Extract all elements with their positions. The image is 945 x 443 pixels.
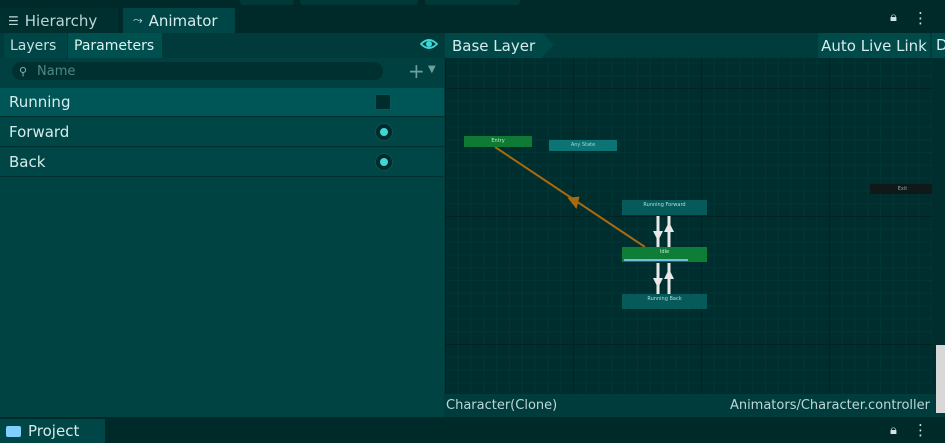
add-parameter-button[interactable]: + <box>408 61 425 81</box>
transition-arrowhead <box>653 278 663 288</box>
state-label: Any State <box>570 142 596 148</box>
tab-project[interactable]: Project <box>0 419 105 443</box>
state-machine-graph[interactable] <box>445 58 932 394</box>
breadcrumb-arrow <box>542 33 554 57</box>
state-label: Running Forward <box>643 202 686 208</box>
tab-label: Animator <box>148 11 218 30</box>
default-transition-arrow[interactable] <box>494 146 646 248</box>
toolbar-button-label: D <box>936 36 945 54</box>
breadcrumb-label: Base Layer <box>452 36 536 55</box>
list-icon: ☰ <box>8 13 19 28</box>
lock-icon[interactable]: 🔒︎ <box>890 423 897 438</box>
breadcrumb-base-layer[interactable]: Base Layer <box>445 33 542 58</box>
trigger-dot <box>380 128 388 136</box>
folder-icon <box>6 425 21 437</box>
parameter-name: Running <box>9 93 71 111</box>
graph-status-bar: Character(Clone) Animators/Character.con… <box>445 394 932 417</box>
tab-hierarchy[interactable]: ☰ Hierarchy <box>0 8 118 33</box>
search-field[interactable]: ⚲ <box>12 62 383 80</box>
parameter-row[interactable]: Back <box>0 148 444 177</box>
eye-icon[interactable] <box>420 37 438 51</box>
parameter-row[interactable]: Forward <box>0 118 444 147</box>
vertical-scrollbar-thumb[interactable] <box>936 345 945 413</box>
vertical-scrollbar-track[interactable] <box>932 58 945 394</box>
animator-icon: ⤳ <box>133 13 143 27</box>
parameters-list-empty-area <box>0 178 444 417</box>
bool-checkbox[interactable] <box>375 94 391 110</box>
tab-bar-strip <box>240 0 294 5</box>
lock-icon[interactable]: 🔒︎ <box>890 10 897 25</box>
auto-live-link-button[interactable]: Auto Live Link <box>818 33 930 58</box>
status-controller-path: Animators/Character.controller <box>729 398 930 413</box>
tab-label: Hierarchy <box>24 11 98 30</box>
tab-label: Project <box>28 422 80 440</box>
state-progress-bar <box>624 259 688 261</box>
state-node-any-state[interactable]: Any State <box>549 140 617 151</box>
transition-arrowhead <box>664 222 674 232</box>
tab-animator[interactable]: ⤳ Animator <box>123 8 235 33</box>
state-label: Entry <box>491 138 505 144</box>
parameter-name: Forward <box>9 123 70 141</box>
parameter-name: Back <box>9 153 46 171</box>
state-label: Running Back <box>647 296 682 302</box>
tab-bar-strip <box>425 0 520 5</box>
toolbar-button-partial[interactable]: D <box>932 33 945 58</box>
tab-label: Layers <box>10 37 57 54</box>
state-node-exit[interactable]: Exit <box>870 184 935 194</box>
more-menu-icon[interactable]: ⋮ <box>913 9 928 27</box>
tab-parameters[interactable]: Parameters <box>68 33 162 58</box>
state-node-running-back[interactable]: Running Back <box>622 294 707 309</box>
bottom-tab-bar <box>0 417 945 443</box>
search-icon: ⚲ <box>19 64 28 78</box>
transitions-layer <box>494 146 674 294</box>
state-label: Exit <box>897 186 908 192</box>
search-input[interactable] <box>35 62 369 80</box>
tab-bar-strip <box>300 0 418 5</box>
status-object: Character(Clone) <box>446 398 558 413</box>
state-node-entry[interactable]: Entry <box>464 136 532 147</box>
parameter-row[interactable]: Running <box>0 88 444 117</box>
trigger-radio[interactable] <box>375 153 393 171</box>
transition-arrowhead <box>653 231 663 241</box>
transition-arrowhead <box>664 269 674 279</box>
state-node-running-forward[interactable]: Running Forward <box>622 200 707 215</box>
state-label: Idle <box>659 249 670 255</box>
auto-live-link-label: Auto Live Link <box>821 36 927 55</box>
chevron-down-icon[interactable]: ▼ <box>428 64 436 75</box>
more-menu-icon[interactable]: ⋮ <box>913 421 928 439</box>
tab-layers[interactable]: Layers <box>4 33 67 58</box>
trigger-dot <box>380 158 388 166</box>
trigger-radio[interactable] <box>375 123 393 141</box>
tab-label: Parameters <box>74 37 155 54</box>
